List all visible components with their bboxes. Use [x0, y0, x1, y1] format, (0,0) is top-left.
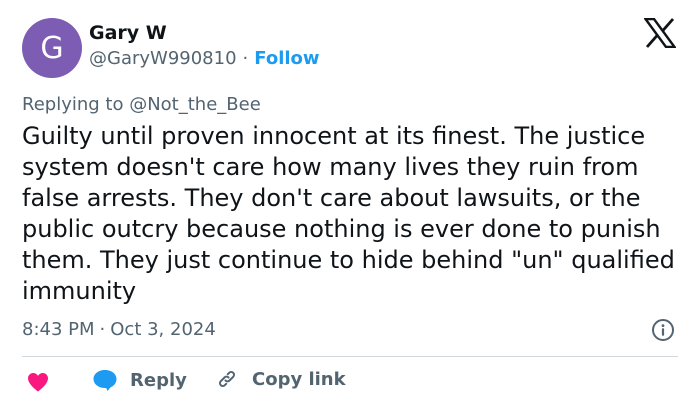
reply-bubble-icon	[93, 370, 117, 391]
reply-button[interactable]: Reply	[92, 368, 187, 392]
author-handle[interactable]: @GaryW990810	[89, 48, 237, 69]
follow-button[interactable]: Follow	[254, 48, 319, 69]
link-icon	[218, 370, 236, 388]
divider	[22, 356, 678, 357]
avatar-letter: G	[40, 30, 64, 66]
separator-dot: ·	[242, 48, 249, 69]
timestamp-separator: ·	[99, 319, 106, 340]
replying-to[interactable]: Replying to @Not_the_Bee	[22, 94, 261, 115]
tweet-date: Oct 3, 2024	[110, 319, 216, 340]
avatar[interactable]: G	[22, 18, 82, 78]
tweet-text: Guilty until proven innocent at its fine…	[22, 122, 675, 305]
tweet-timestamp[interactable]: 8:43 PM · Oct 3, 2024	[22, 319, 216, 340]
heart-icon[interactable]	[26, 370, 50, 394]
copy-link-label: Copy link	[252, 368, 346, 390]
tweet-time: 8:43 PM	[22, 319, 95, 340]
x-logo-icon[interactable]	[644, 18, 676, 48]
copy-link-button[interactable]: Copy link	[216, 368, 346, 390]
info-icon[interactable]	[651, 318, 675, 342]
reply-label: Reply	[130, 369, 187, 391]
author-display-name[interactable]: Gary W	[89, 22, 167, 44]
author-handle-row: @GaryW990810 · Follow	[89, 48, 320, 69]
